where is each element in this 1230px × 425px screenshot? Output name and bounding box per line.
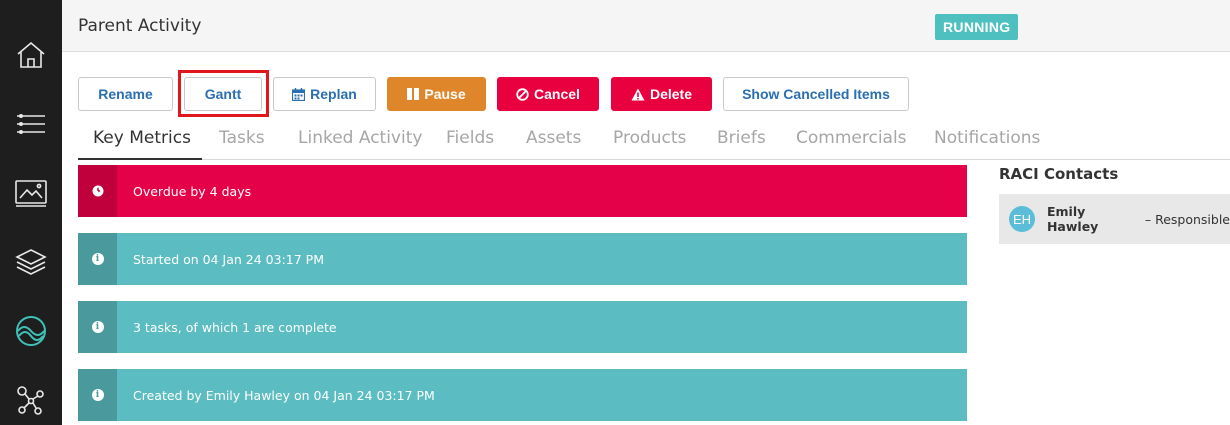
cancel-button[interactable]: Cancel <box>497 77 599 111</box>
show-cancelled-label: Show Cancelled Items <box>742 86 890 102</box>
raci-contact-card[interactable]: EH Emily Hawley – Responsible <box>999 194 1230 244</box>
page-header: Parent Activity RUNNING <box>62 0 1230 52</box>
info-icon: i <box>91 321 104 333</box>
warning-icon <box>631 88 645 100</box>
contact-role: Responsible <box>1155 211 1230 227</box>
gantt-label: Gantt <box>204 86 242 102</box>
replan-label: Replan <box>310 86 357 102</box>
pause-button[interactable]: Pause <box>387 77 486 111</box>
metric-text: Created by Emily Hawley on 04 Jan 24 03:… <box>133 387 435 403</box>
calendar-icon <box>292 87 306 101</box>
metric-created: i Created by Emily Hawley on 04 Jan 24 0… <box>78 369 967 421</box>
page-title: Parent Activity <box>78 16 202 36</box>
tab-key-metrics[interactable]: Key Metrics <box>93 128 191 148</box>
sidebar <box>0 0 62 425</box>
delete-button[interactable]: Delete <box>611 77 712 111</box>
tab-briefs[interactable]: Briefs <box>717 128 766 148</box>
metric-icon-cell: i <box>78 369 117 421</box>
cancel-label: Cancel <box>534 86 580 102</box>
show-cancelled-items-button[interactable]: Show Cancelled Items <box>723 77 909 111</box>
gantt-button[interactable]: Gantt <box>184 77 262 111</box>
clock-icon <box>92 185 103 197</box>
tab-linked-activity[interactable]: Linked Activity <box>298 128 422 148</box>
avatar: EH <box>1009 206 1035 232</box>
status-badge: RUNNING <box>935 14 1019 40</box>
layers-icon[interactable] <box>13 244 49 280</box>
metric-tasks: i 3 tasks, of which 1 are complete <box>78 301 967 353</box>
brand-logo-icon[interactable] <box>13 313 49 349</box>
raci-title: RACI Contacts <box>999 165 1119 183</box>
tab-bar: Key Metrics Tasks Linked Activity Fields… <box>78 122 1230 160</box>
tab-notifications[interactable]: Notifications <box>934 128 1040 148</box>
tab-tasks[interactable]: Tasks <box>219 128 265 148</box>
contact-separator: – <box>1144 211 1152 227</box>
metric-text: Overdue by 4 days <box>133 183 252 199</box>
contact-name: Emily Hawley <box>1046 204 1099 234</box>
info-icon: i <box>91 253 104 265</box>
delete-label: Delete <box>649 86 693 102</box>
image-monitor-icon[interactable] <box>13 175 49 211</box>
metric-text: Started on 04 Jan 24 03:17 PM <box>133 251 324 267</box>
tab-assets[interactable]: Assets <box>526 128 581 148</box>
rename-button[interactable]: Rename <box>78 77 173 111</box>
ban-icon <box>516 87 529 101</box>
info-icon: i <box>91 389 104 401</box>
metric-text: 3 tasks, of which 1 are complete <box>133 319 337 335</box>
metric-icon-cell <box>78 165 117 217</box>
active-tab-underline <box>78 158 202 160</box>
tab-products[interactable]: Products <box>613 128 686 148</box>
rename-label: Rename <box>98 86 153 102</box>
tab-fields[interactable]: Fields <box>446 128 494 148</box>
pause-icon <box>407 88 420 100</box>
pause-label: Pause <box>424 86 466 102</box>
network-icon[interactable] <box>13 382 49 418</box>
replan-button[interactable]: Replan <box>273 77 376 111</box>
home-icon[interactable] <box>13 37 49 73</box>
metric-started: i Started on 04 Jan 24 03:17 PM <box>78 233 967 285</box>
metric-icon-cell: i <box>78 233 117 285</box>
list-icon[interactable] <box>13 106 49 142</box>
metric-icon-cell: i <box>78 301 117 353</box>
tab-commercials[interactable]: Commercials <box>796 128 907 148</box>
metric-overdue: Overdue by 4 days <box>78 165 967 217</box>
